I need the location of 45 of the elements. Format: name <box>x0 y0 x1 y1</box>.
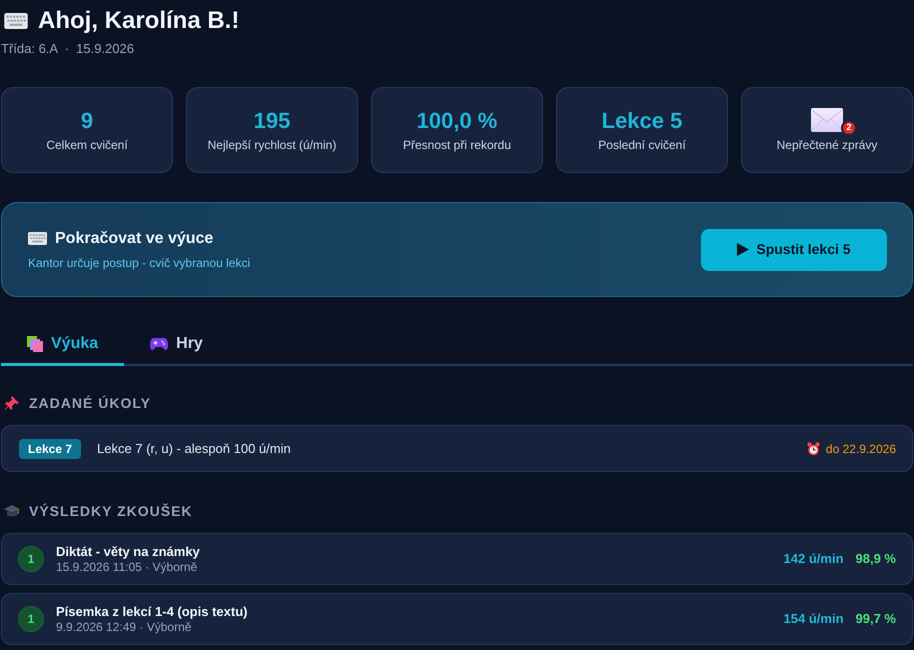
keyboard-icon <box>28 232 47 245</box>
exam-title: Diktát - věty na známky <box>56 543 200 560</box>
tab[interactable]: Výuka <box>1 324 124 366</box>
exam-title: Písemka z lekcí 1-4 (opis textu) <box>56 603 248 620</box>
envelope-icon <box>811 108 843 132</box>
alarm-clock-icon <box>806 442 820 456</box>
stat-value: 195 <box>254 107 290 135</box>
stat-value: Lekce 5 <box>602 107 682 135</box>
greeting-title: Ahoj, Karolína B.! <box>38 6 240 36</box>
keyboard-icon <box>4 13 28 29</box>
stat-label: Nejlepší rychlost (ú/min) <box>208 137 336 153</box>
exam-result-card[interactable]: 1 Diktát - věty na známky 15.9.2026 11:05 · Výborně 142 ú/min 98,9 % <box>1 533 913 585</box>
class-and-date: Třída: 6.A · 15.9.2026 <box>1 40 135 58</box>
exam-meta: 15.9.2026 11:05 · Výborně <box>56 560 198 575</box>
graduation-cap-icon <box>4 504 20 518</box>
exam-result-card[interactable]: 1 Písemka z lekcí 1-4 (opis textu) 9.9.2026 12:49 · Výborně 154 ú/min 99,7 % <box>1 593 913 645</box>
stat-value: 100,0 % <box>416 107 498 135</box>
messages-card[interactable]: 2 Nepřečtené zprávy <box>741 87 913 173</box>
play-icon <box>737 243 750 256</box>
stat-value: 9 <box>80 107 94 135</box>
assignment-card[interactable]: Lekce 7 Lekce 7 (r, u) - alespoň 100 ú/min do 22.9.2026 <box>1 425 913 472</box>
stat-label: Přesnost při rekordu <box>402 137 512 153</box>
tab[interactable]: Hry <box>124 324 229 366</box>
accuracy-value: 99,7 % <box>856 610 896 628</box>
stat-label: Celkem cvičení <box>46 137 128 153</box>
section-title: ZADANÉ ÚKOLY <box>29 394 151 412</box>
books-icon <box>27 336 43 352</box>
lesson-badge: Lekce 7 <box>19 438 82 458</box>
gamepad-icon <box>150 336 168 350</box>
exam-meta: 9.9.2026 12:49 · Výborně <box>56 620 192 635</box>
unread-count-badge: 2 <box>841 120 857 136</box>
stat-label: Poslední cvičení <box>598 137 686 153</box>
stat-label: Nepřečtené zprávy <box>776 136 878 152</box>
grade-badge: 1 <box>18 606 44 632</box>
banner-title: Pokračovat ve výuce <box>55 228 214 248</box>
section-title: VÝSLEDKY ZKOUŠEK <box>29 502 193 520</box>
speed-value: 154 ú/min <box>784 610 844 628</box>
pushpin-icon <box>4 396 19 410</box>
grade-badge: 1 <box>18 546 44 572</box>
start-lesson-button[interactable]: Spustit lekci 5 <box>701 228 887 270</box>
speed-value: 142 ú/min <box>784 550 844 568</box>
accuracy-value: 98,9 % <box>856 550 896 568</box>
due-date: do 22.9.2026 <box>826 440 896 458</box>
assignment-text: Lekce 7 (r, u) - alespoň 100 ú/min <box>97 440 291 458</box>
banner-subtitle: Kantor určuje postup - cvič vybranou lekci <box>28 254 250 270</box>
